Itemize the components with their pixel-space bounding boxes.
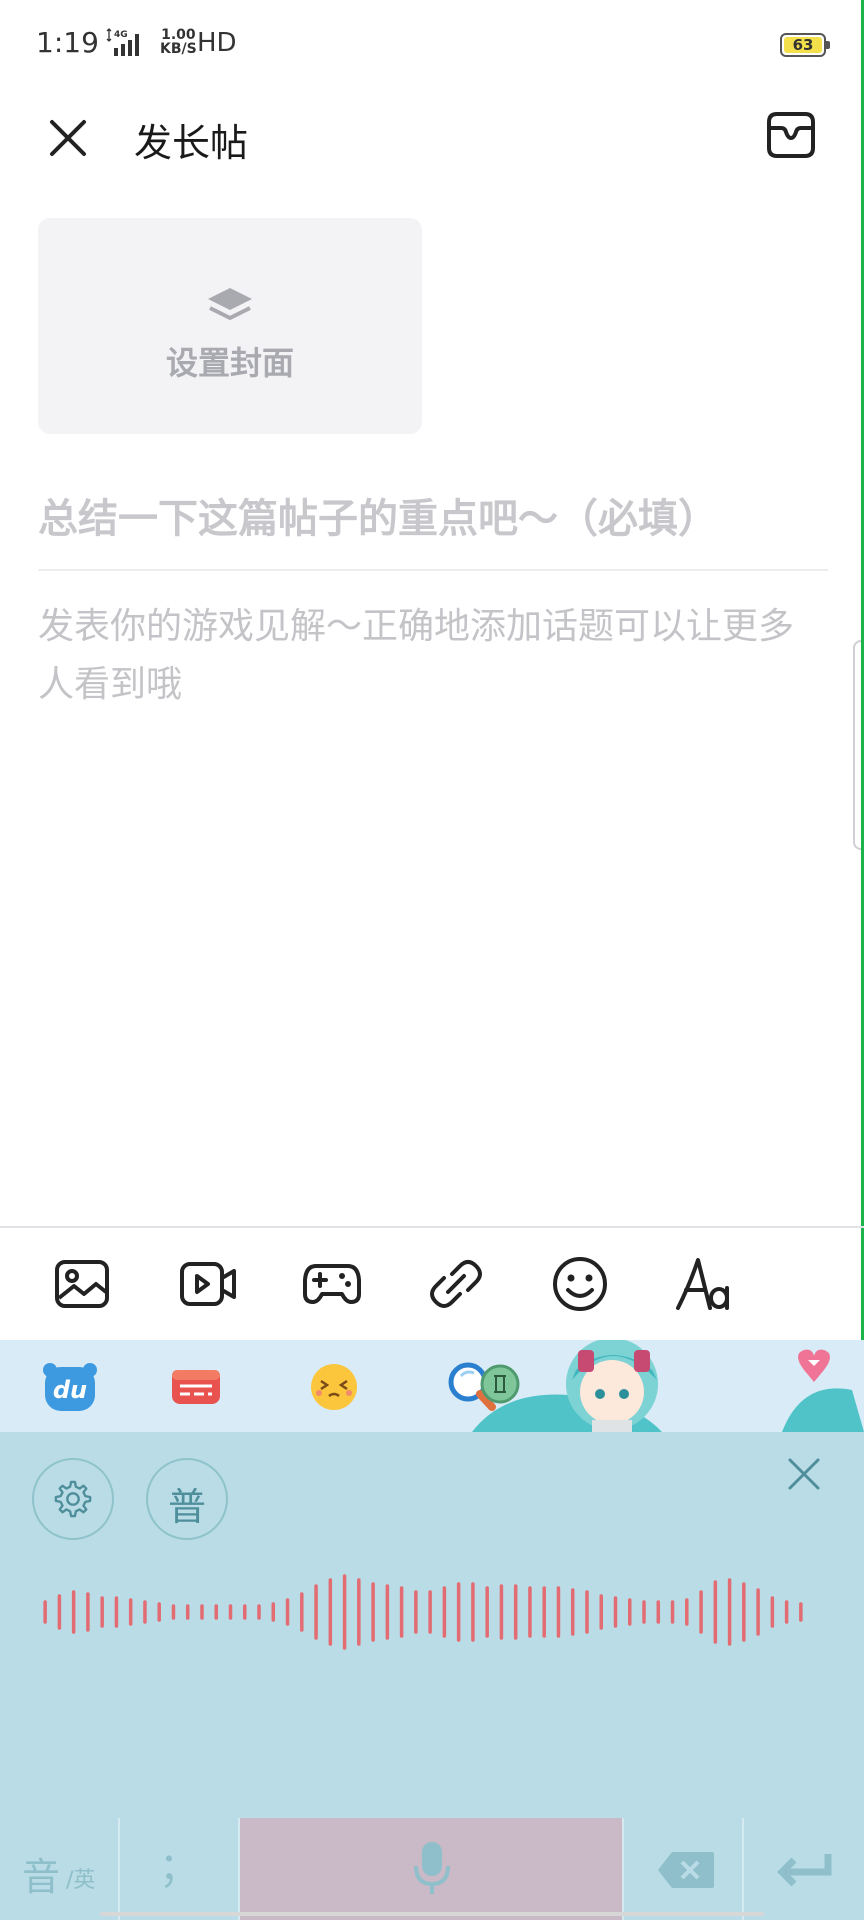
page-title: 发长帖: [134, 121, 249, 165]
set-cover-button[interactable]: [38, 218, 422, 434]
keyboard-toolbar: du: [0, 1340, 864, 1432]
insert-video-button[interactable]: [178, 1254, 238, 1314]
video-icon: [180, 1262, 236, 1306]
post-title-input[interactable]: 总结一下这篇帖子的重点吧～（必填）: [38, 486, 828, 544]
title-divider: [38, 569, 828, 571]
insert-image-button[interactable]: [52, 1254, 112, 1314]
baidu-input-icon[interactable]: du: [42, 1360, 98, 1414]
network-type: 4G: [114, 30, 128, 40]
insert-game-button[interactable]: [302, 1254, 362, 1314]
layers-icon: [208, 288, 252, 320]
voice-mode-button[interactable]: 普: [146, 1458, 228, 1540]
drafts-box-icon[interactable]: [764, 108, 818, 162]
insert-emoji-button[interactable]: [550, 1254, 610, 1314]
hd-indicator: HD: [197, 28, 237, 58]
link-icon: [430, 1260, 482, 1308]
gear-icon: [54, 1480, 92, 1518]
home-indicator: [100, 1912, 764, 1916]
keyboard-bottom-row: 音 /英 ；: [0, 1818, 864, 1920]
text-format-button[interactable]: [674, 1254, 734, 1314]
voice-close-icon[interactable]: [784, 1454, 824, 1494]
punctuation-key-label: ；: [159, 1845, 199, 1891]
mascot-illustration: [472, 1340, 864, 1432]
lang-key-main: 音: [22, 1855, 61, 1899]
battery-icon: 63: [780, 33, 830, 57]
voice-input-key[interactable]: [240, 1818, 624, 1920]
close-icon[interactable]: [44, 114, 92, 162]
keyboard-settings-button[interactable]: [32, 1458, 114, 1540]
voice-mode-label: 普: [167, 1485, 206, 1529]
status-bar: 1:19 4G 1.00 KB/S HD 63: [0, 0, 864, 88]
enter-key[interactable]: [744, 1818, 864, 1920]
header: 发长帖: [0, 88, 864, 184]
backspace-key[interactable]: [624, 1818, 744, 1920]
punctuation-key[interactable]: ；: [120, 1818, 240, 1920]
signal-icon: 4G: [106, 28, 139, 56]
language-switch-key[interactable]: 音 /英: [0, 1818, 120, 1920]
microphone-icon: [414, 1842, 450, 1894]
voice-input-panel: 普: [0, 1432, 864, 1818]
insert-link-button[interactable]: [426, 1254, 486, 1314]
speed-value: 1.00: [161, 27, 196, 43]
network-speed: 1.00 KB/S: [160, 28, 197, 56]
lang-key-sub: /英: [66, 1868, 96, 1893]
image-icon: [55, 1260, 109, 1308]
voice-waveform: [43, 1574, 803, 1650]
gamepad-icon: [303, 1264, 361, 1304]
status-time: 1:19: [36, 26, 99, 59]
speed-unit: KB/S: [160, 41, 197, 57]
set-cover-label: 设置封面: [165, 344, 294, 382]
post-body-input[interactable]: 发表你的游戏见解～正确地添加话题可以让更多人看到哦: [38, 598, 828, 714]
enter-icon: [777, 1854, 832, 1887]
svg-text:du: du: [53, 1376, 87, 1404]
emoji-icon: [553, 1257, 607, 1311]
side-pull-handle[interactable]: [853, 640, 861, 850]
keyboard-switch-icon[interactable]: [168, 1360, 224, 1414]
cursor-icon[interactable]: [480, 1364, 520, 1404]
backspace-icon: [658, 1852, 714, 1888]
emoji-face-icon[interactable]: [306, 1360, 362, 1414]
text-format-icon: [676, 1258, 729, 1310]
editor-toolbar: [0, 1228, 864, 1340]
battery-level: 63: [784, 37, 822, 53]
